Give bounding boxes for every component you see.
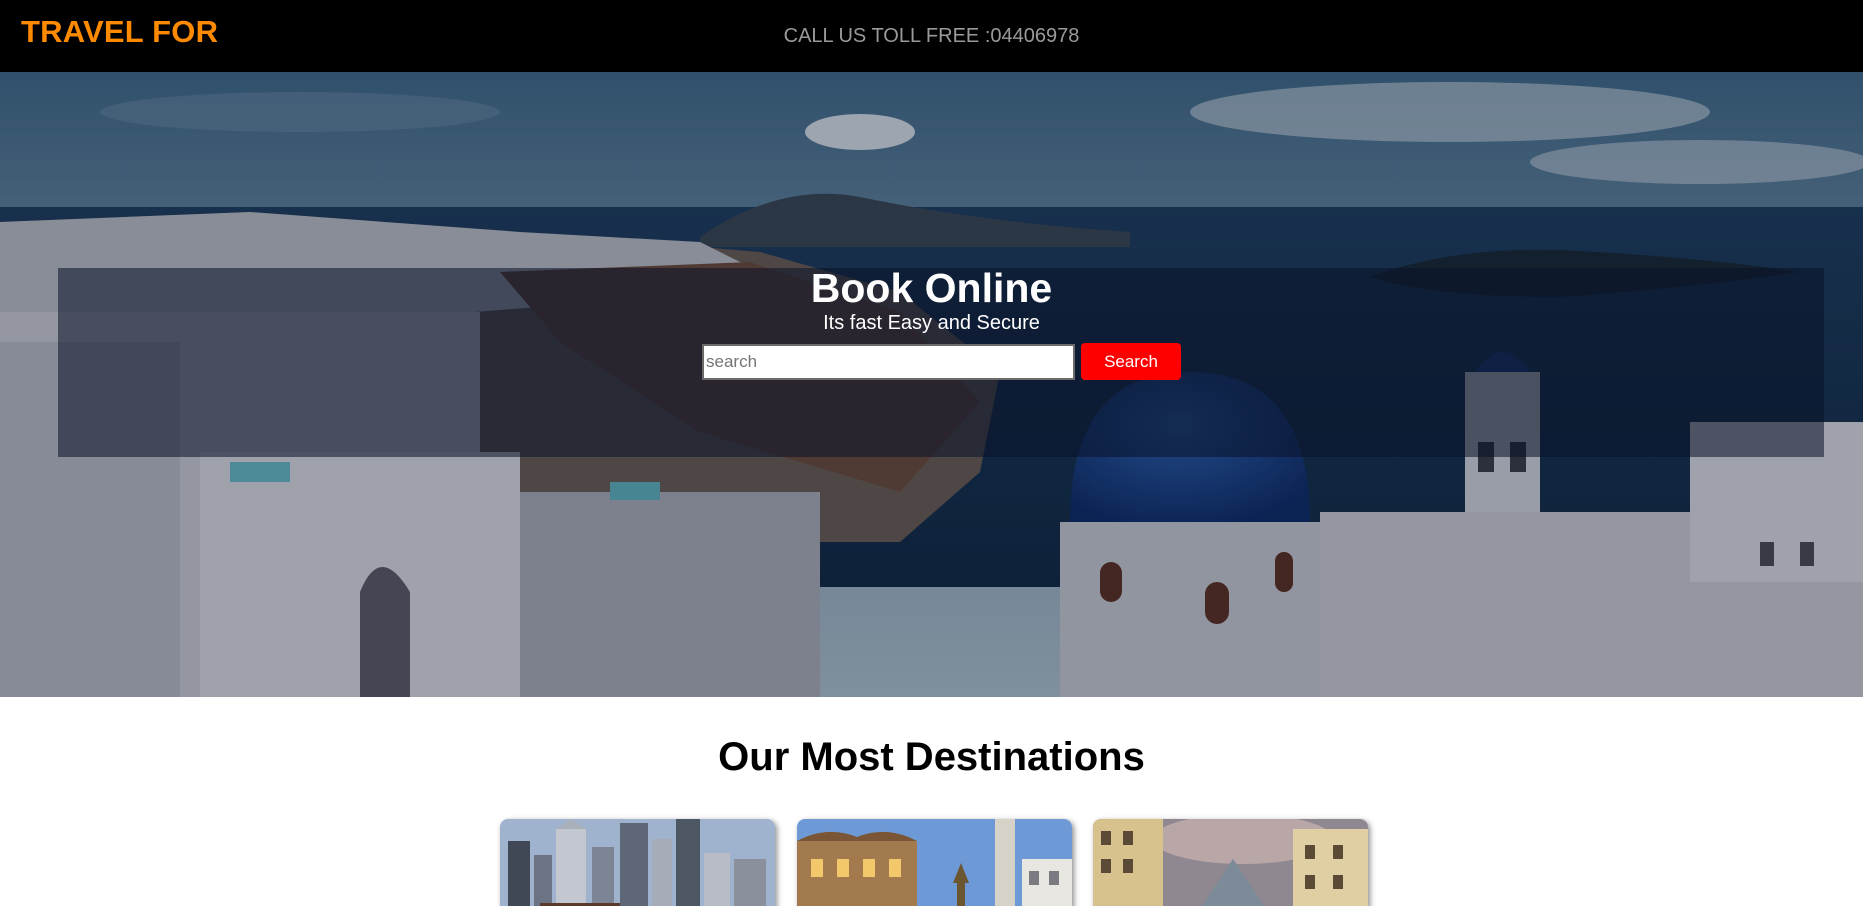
tollfree-text: CALL US TOLL FREE :04406978 xyxy=(783,25,1080,47)
search-button[interactable]: Search xyxy=(1081,343,1181,380)
old-town-square-photo xyxy=(1093,819,1368,906)
hero-banner: Book Online Its fast Easy and Secure Sea… xyxy=(0,72,1863,697)
london-street-photo xyxy=(797,819,1072,906)
search-input[interactable] xyxy=(702,344,1075,380)
hero-title: Book Online xyxy=(810,265,1053,311)
destination-card[interactable] xyxy=(500,819,775,906)
destination-card[interactable] xyxy=(1093,819,1368,906)
top-navbar: TRAVEL FOR CALL US TOLL FREE :04406978 xyxy=(0,0,1863,72)
destination-card[interactable] xyxy=(797,819,1072,906)
hero-subtitle: Its fast Easy and Secure xyxy=(823,312,1040,334)
destinations-title: Our Most Destinations xyxy=(718,735,1145,779)
city-skyline-photo xyxy=(500,819,775,906)
